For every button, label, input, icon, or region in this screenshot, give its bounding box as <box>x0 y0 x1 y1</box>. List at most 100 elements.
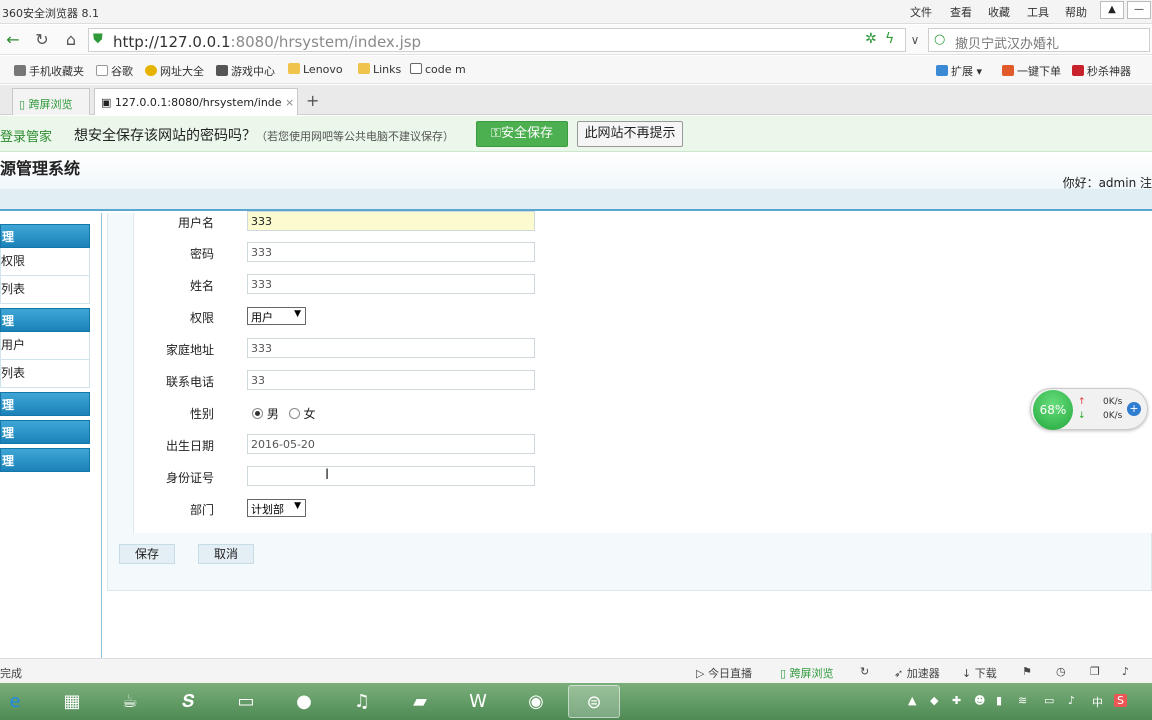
back-icon[interactable]: ← <box>4 31 22 49</box>
memory-percent: 68% <box>1033 390 1073 430</box>
login-manager-label[interactable]: 登录管家 <box>0 126 52 145</box>
bookmark-lenovo[interactable]: Lenovo <box>288 63 343 76</box>
skin-icon[interactable]: ▲ <box>1100 1 1124 19</box>
app-red-icon[interactable]: ◉ <box>510 685 562 718</box>
department-select[interactable]: 计划部 ▼ <box>247 499 306 517</box>
menu-tools[interactable]: 工具 <box>1027 4 1049 20</box>
address-input[interactable]: 333 <box>247 338 535 358</box>
lightning-icon[interactable]: ϟ <box>885 31 894 47</box>
sidebar-item-user[interactable]: 用户 <box>0 332 90 360</box>
password-input[interactable]: 333 <box>247 242 535 262</box>
sidebar-item-permission[interactable]: 权限 <box>0 248 90 276</box>
dropdown-arrow-icon: ▼ <box>294 501 301 511</box>
bookmark-games[interactable]: 游戏中心 <box>216 63 275 79</box>
flag-icon[interactable]: ⚑ <box>1022 665 1032 678</box>
id-card-input[interactable] <box>247 466 535 486</box>
secure-shield-icon: ⛊ <box>93 32 103 47</box>
gender-female-label: 女 <box>303 407 316 421</box>
cancel-button[interactable]: 取消 <box>198 544 254 564</box>
bookmark-mobile[interactable]: 手机收藏夹 <box>14 63 84 79</box>
new-tab-icon[interactable]: + <box>306 91 319 110</box>
volume-icon[interactable]: ♪ <box>1122 665 1129 678</box>
status-cross-screen[interactable]: ▯ 跨屏浏览 <box>780 665 834 681</box>
flash-sale-button[interactable]: 秒杀神器 <box>1072 63 1131 79</box>
tray-battery-icon[interactable]: ▭ <box>1044 694 1054 707</box>
tray-sogou-icon[interactable]: S <box>1114 694 1127 707</box>
book-icon[interactable]: ▰ <box>394 685 446 718</box>
status-live[interactable]: ▷ 今日直播 <box>696 665 752 681</box>
sidebar-group-5[interactable]: 理 <box>0 448 90 472</box>
order-icon <box>1002 65 1014 76</box>
url-box[interactable]: ⛊ http://127.0.0.1:8080/hrsystem/index.j… <box>88 28 906 52</box>
menu-file[interactable]: 文件 <box>910 4 932 20</box>
tray-speaker-icon[interactable]: ♪ <box>1068 694 1075 707</box>
folder-icon[interactable]: ▭ <box>220 685 272 718</box>
status-accelerator[interactable]: ➶ 加速器 <box>894 665 940 681</box>
wechat-icon[interactable]: ● <box>278 685 330 718</box>
eclipse-icon[interactable]: 𝑺 <box>162 685 214 718</box>
page-icon <box>96 65 108 76</box>
os-taskbar: e ▦ ☕ 𝑺 ▭ ● ♫ ▰ W ◉ ⊜ ▲ ◆ ✚ ☻ ▮ ≋ ▭ ♪ 中 … <box>0 683 1152 720</box>
phone-input[interactable]: 33 <box>247 370 535 390</box>
role-select[interactable]: 用户 ▼ <box>247 307 306 325</box>
label-birthday: 出生日期 <box>165 439 214 453</box>
safe-save-button[interactable]: ⚿安全保存 <box>476 121 568 147</box>
word-icon[interactable]: W <box>452 685 504 718</box>
network-speed-widget[interactable]: 68% ↑ 0K/s ↓ 0K/s + <box>1030 388 1148 430</box>
url-text[interactable]: http://127.0.0.1:8080/hrsystem/index.jsp <box>113 33 421 51</box>
history-icon[interactable]: ◷ <box>1056 665 1066 678</box>
birthday-input[interactable]: 2016-05-20 <box>247 434 535 454</box>
sidebar-group-3[interactable]: 理 <box>0 392 90 416</box>
tab-cross-screen[interactable]: ▯ 跨屏浏览 <box>12 88 90 115</box>
url-path: :8080/hrsystem/index.jsp <box>230 33 422 51</box>
one-click-order-button[interactable]: 一键下单 <box>1002 63 1061 79</box>
menu-view[interactable]: 查看 <box>950 4 972 20</box>
tray-network-icon[interactable]: ▮ <box>996 694 1002 707</box>
sidebar-group-1[interactable]: 理 <box>0 224 90 248</box>
minimize-icon[interactable]: — <box>1127 1 1151 19</box>
speed-mode-icon[interactable]: ✲ <box>865 31 877 47</box>
bookmark-google[interactable]: 谷歌 <box>96 63 133 79</box>
app-notebook-icon[interactable]: ▦ <box>46 685 98 718</box>
plus-icon[interactable]: + <box>1127 402 1141 416</box>
upload-arrow-icon: ↑ <box>1078 397 1086 407</box>
refresh-icon[interactable]: ↻ <box>33 31 51 49</box>
save-button[interactable]: 保存 <box>119 544 175 564</box>
close-tab-icon[interactable]: × <box>285 96 294 109</box>
tray-security-icon[interactable]: ◆ <box>930 694 938 707</box>
menu-help[interactable]: 帮助 <box>1065 4 1087 20</box>
name-input[interactable]: 333 <box>247 274 535 294</box>
extensions-button[interactable]: 扩展 ▾ <box>936 63 982 79</box>
tray-qq-icon[interactable]: ☻ <box>974 694 985 707</box>
tray-ime[interactable]: 中 <box>1092 694 1103 710</box>
sidebar-group-2[interactable]: 理 <box>0 308 90 332</box>
tray-up-icon[interactable]: ▲ <box>908 694 916 707</box>
gender-male-radio[interactable] <box>252 408 263 419</box>
home-icon[interactable]: ⌂ <box>62 31 80 49</box>
ie-icon[interactable]: e <box>0 685 30 718</box>
music-icon[interactable]: ♫ <box>336 685 388 718</box>
tray-signal-icon[interactable]: ≋ <box>1018 694 1027 707</box>
browser-360-icon[interactable]: ⊜ <box>568 685 620 718</box>
search-box[interactable]: ○ 撤贝宁武汉办婚礼 <box>928 28 1150 52</box>
sidebar-item-list-1[interactable]: 列表 <box>0 276 90 304</box>
chevron-down-icon[interactable]: ∨ <box>906 31 924 49</box>
tray-plus-icon[interactable]: ✚ <box>952 694 961 707</box>
sidebar-group-4[interactable]: 理 <box>0 420 90 444</box>
window-icon[interactable]: ❐ <box>1090 665 1100 678</box>
main-content: 用户名 333 密码 333 姓名 333 权限 用户 ▼ 家庭地址 333 联系… <box>102 211 1152 658</box>
bookmark-hao[interactable]: 网址大全 <box>145 63 204 79</box>
never-prompt-button[interactable]: 此网站不再提示 <box>577 121 683 147</box>
gender-female-radio[interactable] <box>288 408 300 419</box>
menu-favorites[interactable]: 收藏 <box>988 4 1010 20</box>
search-input-text[interactable]: 撤贝宁武汉办婚礼 <box>955 33 1059 52</box>
bookmark-code[interactable]: code m <box>410 63 466 76</box>
status-refresh-icon[interactable]: ↻ <box>860 665 869 678</box>
username-input[interactable]: 333 <box>247 211 535 231</box>
bookmark-links[interactable]: Links <box>358 63 401 76</box>
upload-speed: 0K/s <box>1103 397 1123 407</box>
status-download[interactable]: ↓ 下载 <box>962 665 997 681</box>
java-icon[interactable]: ☕ <box>104 685 156 718</box>
sidebar-item-list-2[interactable]: 列表 <box>0 360 90 388</box>
tab-hrsystem[interactable]: ▣ 127.0.0.1:8080/hrsystem/inde × <box>94 88 298 115</box>
